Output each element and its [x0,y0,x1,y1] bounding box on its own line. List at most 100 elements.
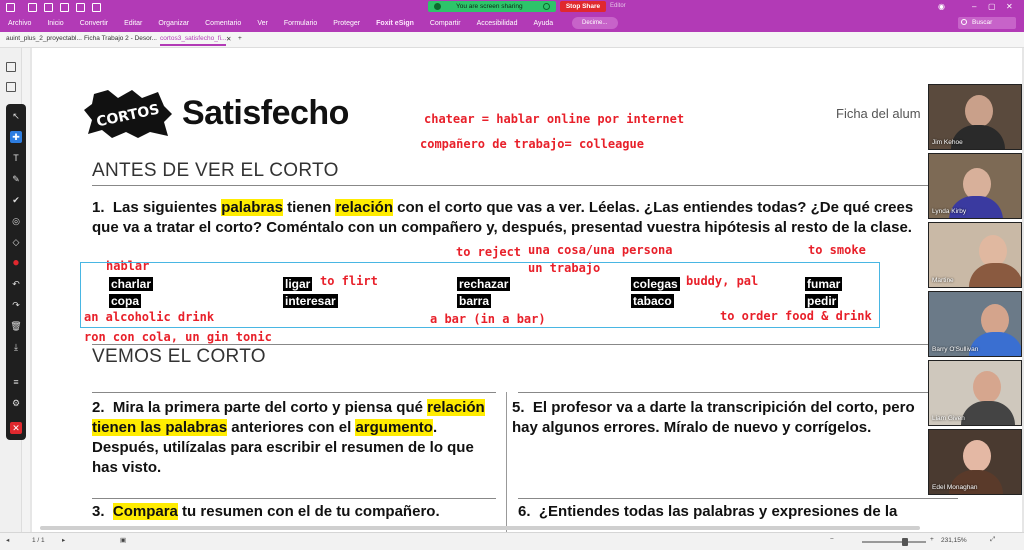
pen-icon[interactable]: ✎ [10,173,22,185]
close-icon[interactable]: ✕ [1006,2,1013,11]
annotation-toolbar: ↖ ✚ T ✎ ✔ ◎ ◇ ● ↶ ↷ 🗑 ⤓ ≡ ⚙ ✕ [6,104,26,440]
vocab-barra: barra [457,294,492,308]
pointer-icon[interactable]: ↖ [10,110,22,122]
menu-organizar[interactable]: Organizar [158,20,189,27]
maximize-icon[interactable]: ▢ [988,2,996,11]
search-icon [961,19,967,25]
zoom-in-icon[interactable]: + [930,536,934,543]
trash-icon[interactable]: 🗑 [10,320,22,332]
eraser-icon[interactable]: ◇ [10,236,22,248]
annotation-ron-con-cola[interactable]: ron con cola, un gin tonic [84,330,272,344]
annotation-una-cosa[interactable]: una cosa/una persona [528,243,673,257]
horizontal-scrollbar[interactable] [40,526,920,530]
annotation-chatear[interactable]: chatear = hablar online por internet [424,112,684,126]
undo-icon[interactable]: ↶ [10,278,22,290]
q2-number: 2. [92,399,105,416]
tab-cortos3-satisfecho[interactable]: cortos3_satisfecho_fi... [160,35,227,46]
participant-tile[interactable]: Martine [928,222,1022,288]
account-icon[interactable]: ◉ [938,2,945,11]
print-icon[interactable] [60,3,69,12]
annotation-to-smoke[interactable]: to smoke [808,243,866,257]
document-viewport: CORTOS Satisfecho Ficha del alum chatear… [30,48,1024,532]
vocab-interesar: interesar [283,294,338,308]
download-icon[interactable]: ⤓ [10,341,22,353]
color-icon[interactable]: ● [10,257,22,269]
participant-name: Liam Given [932,415,965,422]
title-menu-bar: You are screen sharing Stop Share Editor… [0,0,1024,32]
menu-formulario[interactable]: Formulario [284,20,317,27]
menu-compartir[interactable]: Compartir [430,20,461,27]
document-title: Satisfecho [182,94,349,132]
view-mode-icon[interactable]: ▣ [120,536,126,544]
question-2: 2. Mira la primera parte del corto y pie… [92,398,492,478]
app-menu-icon[interactable] [6,3,15,12]
participant-tile[interactable]: Jim Kehoe [928,84,1022,150]
q1-text-b: tienen [282,199,336,216]
column-divider [506,392,507,532]
zoom-slider-knob[interactable] [902,538,908,546]
menu-inicio[interactable]: Inicio [47,20,63,27]
annotation-buddy[interactable]: buddy, pal [686,274,758,288]
pages-icon[interactable] [6,82,16,92]
minimize-icon[interactable]: – [972,2,976,11]
vocab-rechazar: rechazar [457,277,511,291]
menu-icon[interactable]: ≡ [10,376,22,388]
next-page-icon[interactable]: ▸ [62,536,65,544]
zoom-slider[interactable] [862,538,926,546]
new-tab-icon[interactable]: + [238,35,242,42]
menu-ver[interactable]: Ver [257,20,268,27]
menu-editar[interactable]: Editar [124,20,142,27]
stop-share-label: Stop Share [565,3,601,10]
vocab-charlar: charlar [109,277,154,291]
stamp-icon[interactable]: ✔ [10,194,22,206]
menu-convertir[interactable]: Convertir [80,20,108,27]
close-toolbar-icon[interactable]: ✕ [10,422,22,434]
participant-tile[interactable]: Barry O'Sullivan [928,291,1022,357]
spotlight-icon[interactable]: ◎ [10,215,22,227]
pdf-page: CORTOS Satisfecho Ficha del alum chatear… [32,48,1022,532]
stop-share-button[interactable]: Stop Share [560,1,606,12]
settings-icon[interactable]: ⚙ [10,397,22,409]
vocab-copa: copa [109,294,142,308]
menu-archivo[interactable]: Archivo [8,20,31,27]
open-icon[interactable] [28,3,37,12]
participant-tile[interactable]: Edel Monaghan [928,429,1022,495]
participant-tile[interactable]: Lynda Kirby [928,153,1022,219]
menu-foxit-esign[interactable]: Foxit eSign [376,20,414,27]
q2-text-a: Mira la primera parte del corto y piensa… [112,399,428,416]
prev-page-icon[interactable]: ◂ [6,536,9,544]
share-status-text: You are screen sharing [456,3,523,10]
search-placeholder: Buscar [972,19,993,26]
menu-comentario[interactable]: Comentario [205,20,241,27]
vocab-fumar: fumar [805,277,843,291]
app-window: You are screen sharing Stop Share Editor… [0,0,1024,550]
move-icon[interactable]: ✚ [10,131,22,143]
redo-icon[interactable]: ↷ [10,299,22,311]
annotation-to-flirt[interactable]: to flirt [320,274,378,288]
annotation-alcoholic-drink[interactable]: an alcoholic drink [84,310,214,324]
page-indicator[interactable]: 1 / 1 [32,537,45,544]
participant-tile[interactable]: Liam Given [928,360,1022,426]
save-icon[interactable] [44,3,53,12]
bookmark-icon[interactable] [6,62,16,72]
annotation-a-bar[interactable]: a bar (in a bar) [430,312,546,326]
question-1: 1. Las siguientes palabras tienen relaci… [92,198,927,238]
fit-page-icon[interactable]: ⤢ [990,536,995,544]
redo-icon[interactable] [92,3,101,12]
tell-me-input[interactable]: Decime... [572,17,618,29]
annotation-to-order[interactable]: to order food & drink [720,309,872,323]
tab-ficha-trabajo[interactable]: Ficha Trabajo 2 - Desor... [84,35,157,42]
menu-proteger[interactable]: Proteger [333,20,360,27]
tab-close-icon[interactable]: ✕ [226,35,231,43]
menu-accesibilidad[interactable]: Accesibilidad [477,20,518,27]
annotation-companero[interactable]: compañero de trabajo= colleague [420,137,644,151]
tab-auint[interactable]: auint_plus_2_proyectabl... [6,35,82,42]
search-input[interactable]: Buscar [958,17,1016,29]
zoom-level[interactable]: 231,15% [941,537,967,544]
zoom-out-icon[interactable]: − [830,536,834,543]
q1-number: 1. [92,199,105,216]
annotation-to-reject[interactable]: to reject [456,245,521,259]
undo-icon[interactable] [76,3,85,12]
text-icon[interactable]: T [10,152,22,164]
menu-ayuda[interactable]: Ayuda [533,20,553,27]
